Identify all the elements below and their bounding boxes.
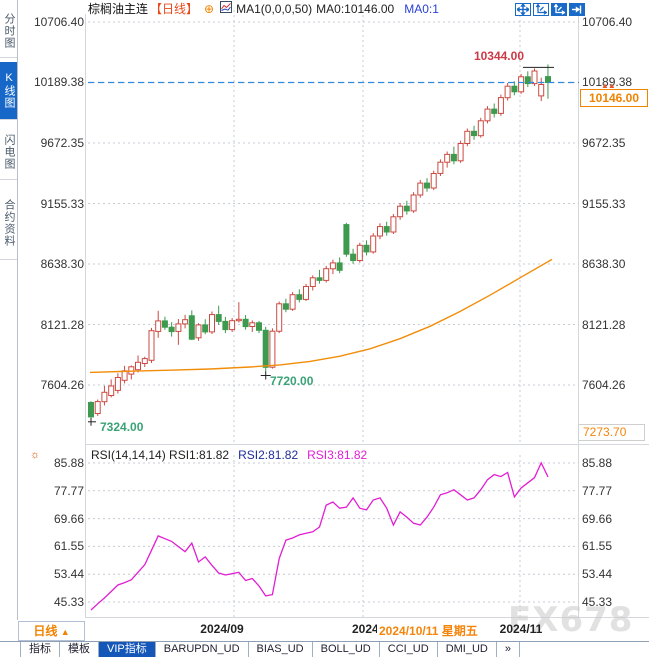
y-axis-label: 61.55 — [582, 539, 612, 553]
chart-toolbar — [515, 3, 585, 16]
y-axis-label: 69.66 — [30, 512, 84, 526]
rsi-title-label: RSI(14,14,14) RSI1:81.82 — [91, 448, 229, 462]
y-axis-label: 8638.30 — [582, 257, 625, 271]
chart-application-window: 分时图 K线图闪电图合约资料 棕榈油主连 【日线】 ⊕ MA1(0,0,0,50)… — [0, 0, 649, 657]
low-price-annotation-mid: 7720.00 — [270, 374, 313, 388]
bottom-tab-8[interactable]: DMI_UD — [438, 642, 497, 657]
ma-value-box: 10146.00 — [580, 89, 648, 107]
y-axis-label: 53.44 — [582, 567, 612, 581]
y-axis-label: 9155.33 — [582, 197, 625, 211]
panel-separator — [85, 444, 649, 445]
ma0-value-label: MA0:10146.00 — [316, 2, 394, 16]
y-axis-label: 10706.40 — [582, 15, 632, 29]
sidebar-tab-1[interactable]: 分时图 — [0, 4, 17, 58]
bottom-tab-1[interactable]: 指标 — [20, 642, 60, 657]
ma0-short-label: MA0:1 — [404, 2, 439, 16]
indicator-tab-bar: 指标模板VIP指标BARUPDN_UDBIAS_UDBOLL_UDCCI_UDD… — [0, 641, 649, 657]
y-axis-label: 10189.38 — [30, 75, 84, 89]
bottom-tab-2[interactable]: 模板 — [60, 642, 99, 657]
period-selector-button[interactable]: 日线 ▲ — [18, 621, 85, 641]
bottom-tab-9[interactable]: » — [497, 642, 520, 657]
y-axis-label: 9672.35 — [582, 136, 625, 150]
y-axis-label: 7604.26 — [582, 378, 625, 392]
rsi-legend: RSI(14,14,14) RSI1:81.82 RSI2:81.82 RSI3… — [91, 448, 367, 462]
y-axis-label: 8121.28 — [30, 318, 84, 332]
rsi3-value-label: RSI3:81.82 — [307, 448, 367, 462]
y-axis-label: 77.77 — [30, 484, 84, 498]
sidebar-tab-2[interactable]: K线图 — [0, 62, 17, 120]
y-axis-label: 9155.33 — [30, 197, 84, 211]
bottom-tab-5[interactable]: BIAS_UD — [249, 642, 313, 657]
y-axis-label: 61.55 — [30, 539, 84, 553]
y-axis-label: 8638.30 — [30, 257, 84, 271]
period-tag: 【日线】 — [150, 0, 198, 17]
y-axis-label: 9672.35 — [30, 136, 84, 150]
ma-formula-label: MA1(0,0,0,50) — [236, 2, 312, 16]
left-sidebar: 分时图 K线图闪电图合约资料 — [0, 0, 17, 620]
y-axis-label: 85.88 — [582, 456, 612, 470]
period-arrow-icon: ▲ — [61, 627, 70, 637]
sidebar-divider — [17, 0, 18, 620]
y-axis-label: 10706.40 — [30, 15, 84, 29]
rsi2-value-label: RSI2:81.82 — [238, 448, 298, 462]
sidebar-tab-4[interactable]: 合约资料 — [0, 186, 17, 260]
y-axis-label: 53.44 — [30, 567, 84, 581]
instrument-title: 棕榈油主连 — [88, 0, 148, 17]
x-axis-tick-nov: 2024/11 — [492, 622, 550, 636]
period-label: 日线 — [33, 624, 57, 638]
axes-scale-filled-icon[interactable] — [551, 3, 567, 16]
indicator-settings-icon[interactable]: ☼ — [30, 449, 40, 461]
selected-date-label: 2024/10/11 星期五 — [377, 622, 480, 639]
bottom-tab-4[interactable]: BARUPDN_UD — [156, 642, 249, 657]
candlestick-chart[interactable] — [88, 10, 579, 444]
plot-left-border — [85, 14, 86, 617]
rsi-chart[interactable] — [88, 447, 579, 617]
line-chart-icon[interactable] — [220, 1, 232, 16]
y-axis-label: 77.77 — [582, 484, 612, 498]
sidebar-tab-3[interactable]: 闪电图 — [0, 124, 17, 180]
low-price-annotation-start: 7324.00 — [100, 420, 143, 434]
crosshair-pan-icon[interactable] — [515, 3, 531, 16]
y-axis-label: 45.33 — [30, 595, 84, 609]
y-axis-label: 8121.28 — [582, 318, 625, 332]
y-axis-label: 69.66 — [582, 512, 612, 526]
high-price-annotation: 10344.00 — [440, 49, 524, 63]
axes-scale-icon[interactable] — [533, 3, 549, 16]
add-indicator-icon[interactable]: ⊕ — [204, 2, 214, 16]
bottom-tab-6[interactable]: BOLL_UD — [313, 642, 380, 657]
y-axis-label: 7604.26 — [30, 378, 84, 392]
bottom-tab-3[interactable]: VIP指标 — [99, 642, 156, 657]
settle-price-box: 7273.70 — [578, 424, 645, 441]
y-axis-label: 45.33 — [582, 595, 612, 609]
bottom-tab-7[interactable]: CCI_UD — [380, 642, 438, 657]
chart-header: 棕榈油主连 【日线】 ⊕ MA1(0,0,0,50) MA0:10146.00 … — [88, 1, 439, 16]
pane-toggle-icon[interactable] — [569, 3, 585, 16]
x-axis-tick-sep: 2024/09 — [194, 622, 250, 636]
